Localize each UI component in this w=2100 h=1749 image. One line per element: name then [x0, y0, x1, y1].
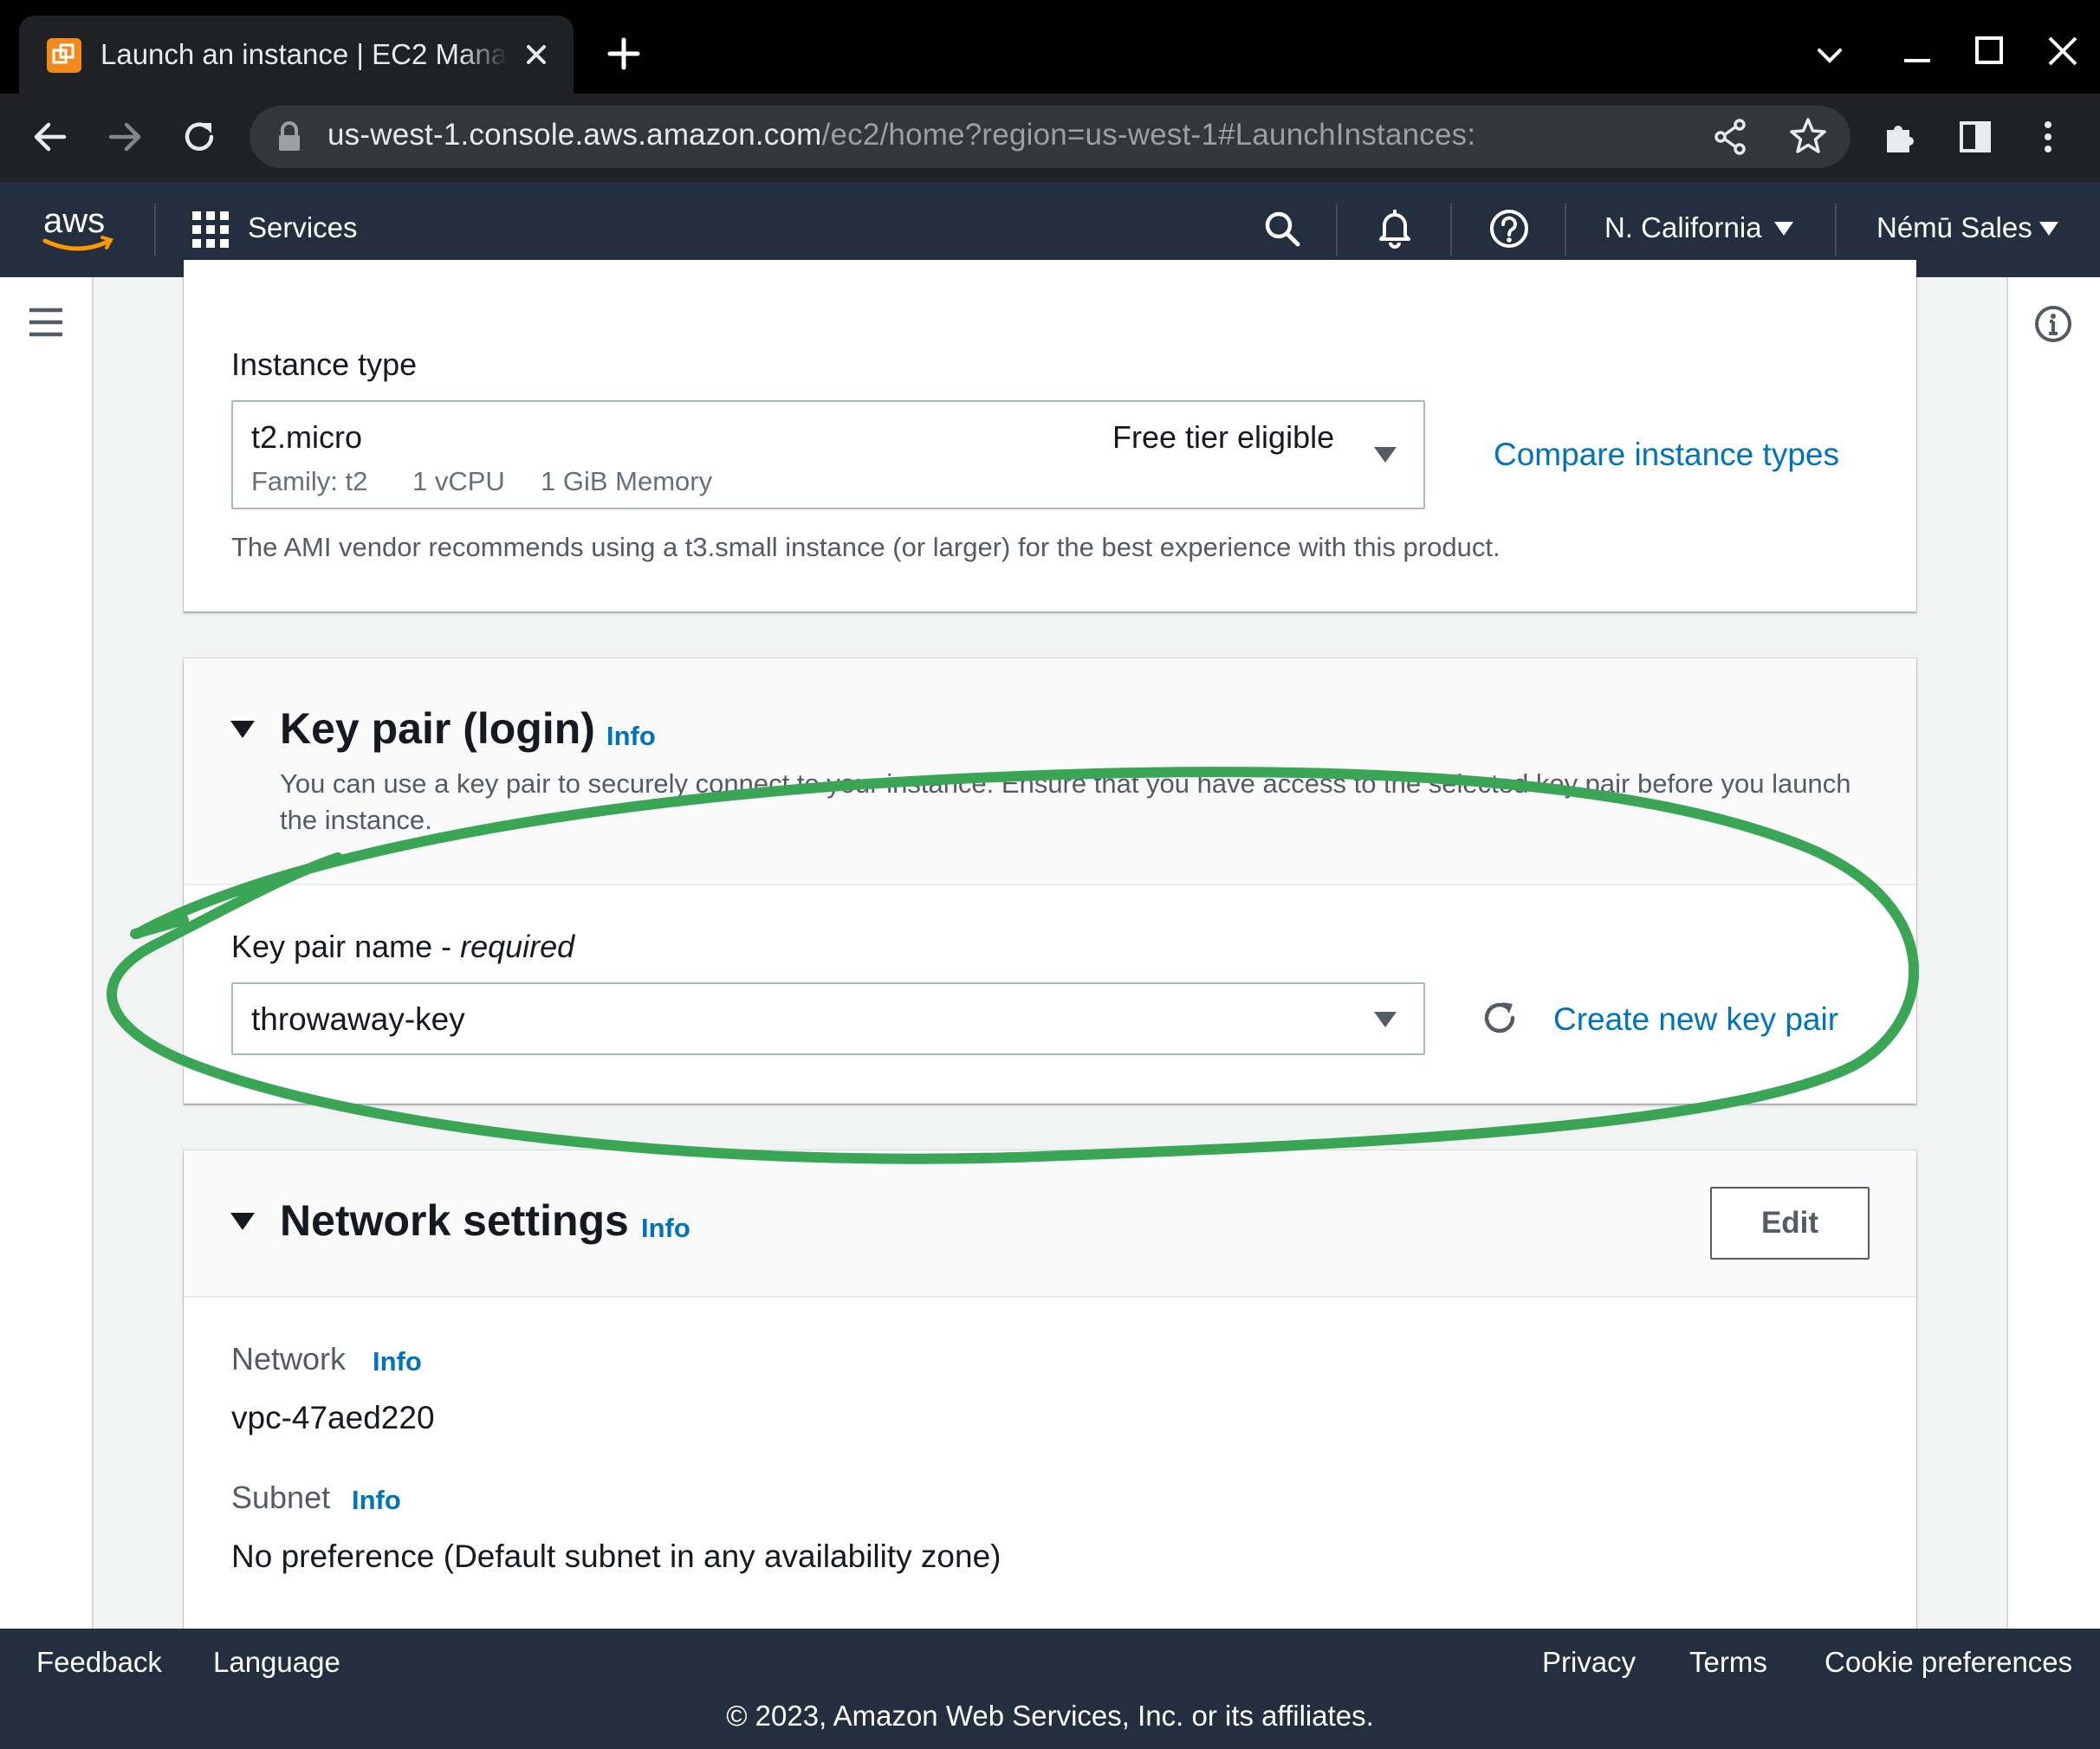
ami-vendor-note: The AMI vendor recommends using a t3.sma… [231, 532, 1500, 562]
terms-link[interactable]: Terms [1689, 1646, 1767, 1679]
instance-memory: 1 GiB Memory [541, 466, 713, 496]
create-new-key-pair-link[interactable]: Create new key pair [1553, 1001, 1838, 1038]
refresh-icon[interactable] [1478, 996, 1521, 1040]
forward-arrow-icon[interactable] [100, 113, 149, 161]
key-pair-selected-value: throwaway-key [251, 1001, 465, 1037]
window-minimize-icon[interactable] [1896, 33, 1939, 76]
nav-separator [1835, 204, 1837, 256]
collapse-caret-icon[interactable] [229, 1209, 256, 1234]
key-pair-info-link[interactable]: Info [606, 721, 656, 752]
tab-close-icon[interactable] [516, 35, 556, 74]
aws-logo[interactable]: aws [40, 199, 116, 260]
annotation-stroke-tail [130, 915, 189, 939]
side-panel-icon[interactable] [1954, 116, 1996, 158]
account-menu[interactable]: Némū Sales [1876, 211, 2032, 244]
region-selector[interactable]: N. California [1604, 211, 1762, 244]
nav-separator [1336, 204, 1338, 256]
collapse-caret-icon[interactable] [229, 717, 256, 742]
instance-vcpu: 1 vCPU [412, 466, 505, 496]
nav-separator [1450, 204, 1452, 256]
back-arrow-icon[interactable] [26, 113, 75, 161]
ec2-favicon-icon [47, 38, 81, 73]
hamburger-menu-icon[interactable] [26, 305, 66, 340]
new-tab-plus-icon[interactable] [603, 33, 645, 74]
key-pair-name-label: Key pair name - required [231, 929, 574, 965]
required-marker: required [460, 929, 575, 964]
key-pair-name-text: Key pair name - [231, 929, 461, 964]
right-tools-rail [2006, 277, 2100, 1629]
url-host: us-west-1.console.aws.amazon.com [327, 118, 822, 152]
nav-separator [1565, 204, 1566, 256]
bookmark-star-icon[interactable] [1786, 114, 1830, 158]
edit-network-button[interactable]: Edit [1710, 1187, 1870, 1260]
share-icon[interactable] [1710, 116, 1752, 158]
caret-down-icon[interactable] [1372, 445, 1398, 464]
browser-menu-kebab-icon[interactable] [2027, 116, 2069, 158]
left-nav-rail [0, 277, 94, 1629]
network-settings-title[interactable]: Network settings [280, 1195, 629, 1246]
window-close-icon[interactable] [2041, 29, 2084, 73]
window-maximize-icon[interactable] [1968, 29, 2012, 73]
tab-title: Launch an instance | EC2 Management Cons… [100, 38, 508, 70]
caret-down-icon[interactable] [1372, 1010, 1398, 1029]
network-value: vpc-47aed220 [231, 1400, 435, 1435]
services-grid-icon[interactable] [192, 211, 229, 248]
instance-family: Family: t2 [251, 466, 368, 496]
url-path: /ec2/home?region=us-west-1#LaunchInstanc… [821, 118, 1476, 152]
reload-icon[interactable] [175, 113, 224, 161]
instance-type-value: t2.micro [251, 419, 363, 455]
network-settings-info-link[interactable]: Info [641, 1213, 690, 1244]
network-label: Network [231, 1341, 347, 1377]
tab-search-chevron-icon[interactable] [1809, 38, 1850, 73]
network-info-link[interactable]: Info [373, 1346, 422, 1377]
language-link[interactable]: Language [213, 1646, 340, 1679]
caret-down-icon[interactable] [1773, 220, 1795, 237]
caret-down-icon[interactable] [2038, 220, 2060, 237]
info-panel-icon[interactable] [2034, 305, 2072, 343]
services-menu[interactable]: Services [248, 211, 358, 244]
feedback-link[interactable]: Feedback [36, 1646, 162, 1679]
nav-separator [154, 204, 156, 256]
subnet-value: No preference (Default subnet in any ava… [231, 1538, 1001, 1574]
cookie-preferences-link[interactable]: Cookie preferences [1825, 1646, 2072, 1679]
lock-icon[interactable] [274, 120, 305, 154]
extensions-puzzle-icon[interactable] [1880, 116, 1922, 158]
notifications-bell-icon[interactable] [1372, 204, 1417, 251]
instance-type-label: Instance type [231, 347, 418, 382]
key-pair-title[interactable]: Key pair (login) [280, 703, 595, 754]
key-pair-description: You can use a key pair to securely conne… [280, 768, 1851, 835]
subnet-label: Subnet [231, 1480, 331, 1515]
copyright-text: © 2023, Amazon Web Services, Inc. or its… [726, 1700, 1374, 1732]
help-icon[interactable] [1487, 206, 1532, 251]
aws-logo-text: aws [43, 202, 105, 240]
search-icon[interactable] [1260, 206, 1305, 251]
url-text[interactable]: us-west-1.console.aws.amazon.com/ec2/hom… [327, 118, 1475, 152]
subnet-info-link[interactable]: Info [352, 1485, 401, 1516]
privacy-link[interactable]: Privacy [1542, 1646, 1636, 1679]
free-tier-badge: Free tier eligible [1112, 419, 1335, 455]
compare-instance-types-link[interactable]: Compare instance types [1494, 437, 1839, 473]
